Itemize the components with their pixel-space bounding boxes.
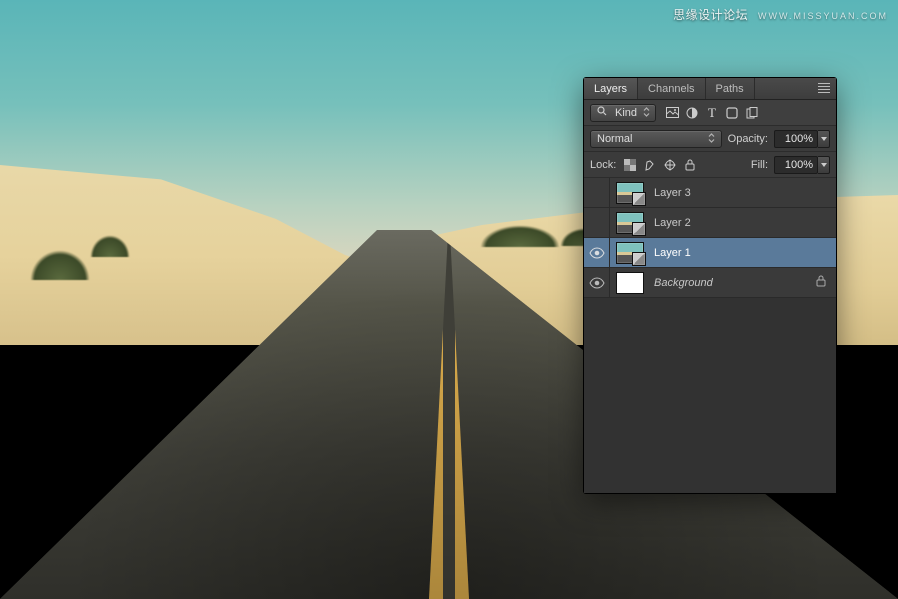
lock-image-icon[interactable] [642,157,658,173]
layer-name[interactable]: Layer 1 [654,247,691,259]
opacity-label: Opacity: [728,133,768,145]
smart-object-badge-icon [632,252,646,266]
fill-field[interactable]: 100% [774,156,818,174]
blend-row: Normal Opacity: 100% [584,126,836,152]
visibility-toggle[interactable] [584,178,610,207]
lock-all-icon[interactable] [682,157,698,173]
lock-position-icon[interactable] [662,157,678,173]
lock-transparency-icon[interactable] [622,157,638,173]
bush [480,225,560,247]
filter-pixel-icon[interactable] [664,105,680,121]
tab-layers[interactable]: Layers [584,78,638,99]
layer-row[interactable]: Layer 3 [584,178,836,208]
layer-thumb[interactable] [616,182,644,204]
lock-row: Lock: Fill: 100% [584,152,836,178]
layer-name[interactable]: Layer 2 [654,217,691,229]
filter-text-icon[interactable]: T [704,105,720,121]
filter-adjust-icon[interactable] [684,105,700,121]
bush [30,250,90,280]
chevron-updown-icon [708,133,715,145]
layer-name[interactable]: Background [654,277,713,289]
blend-mode-select[interactable]: Normal [590,130,722,148]
opacity-dropdown[interactable] [818,130,830,148]
watermark: 思缘设计论坛 WWW.MISSYUAN.COM [673,6,888,23]
visibility-toggle[interactable] [584,238,610,267]
layer-row[interactable]: Layer 2 [584,208,836,238]
layer-thumb[interactable] [616,272,644,294]
opacity-field[interactable]: 100% [774,130,818,148]
filter-kind-select[interactable]: Kind [590,104,656,122]
tab-paths[interactable]: Paths [706,78,755,99]
fill-label: Fill: [751,159,768,171]
blend-mode-label: Normal [597,133,632,145]
visibility-toggle[interactable] [584,268,610,297]
filter-smart-icon[interactable] [744,105,760,121]
tab-channels[interactable]: Channels [638,78,705,99]
watermark-main: 思缘设计论坛 [673,8,748,22]
filter-row: Kind T [584,100,836,126]
chevron-updown-icon [643,107,650,119]
filter-kind-label: Kind [615,107,637,119]
layers-list[interactable]: Layer 3 Layer 2 Layer 1 [584,178,836,493]
layers-panel[interactable]: Layers Channels Paths Kind T Normal [584,78,836,493]
watermark-sub: WWW.MISSYUAN.COM [758,11,888,21]
layer-row[interactable]: Layer 1 [584,238,836,268]
layer-row[interactable]: Background [584,268,836,298]
search-icon [597,106,607,119]
lock-label: Lock: [590,159,616,171]
filter-shape-icon[interactable] [724,105,740,121]
fill-dropdown[interactable] [818,156,830,174]
panel-tabs: Layers Channels Paths [584,78,836,100]
bush [90,235,130,257]
smart-object-badge-icon [632,192,646,206]
lock-icon [816,275,826,290]
layer-thumb[interactable] [616,212,644,234]
smart-object-badge-icon [632,222,646,236]
layer-thumb[interactable] [616,242,644,264]
visibility-toggle[interactable] [584,208,610,237]
panel-menu-icon[interactable] [816,81,832,95]
layer-name[interactable]: Layer 3 [654,187,691,199]
road-centerline [448,230,450,599]
